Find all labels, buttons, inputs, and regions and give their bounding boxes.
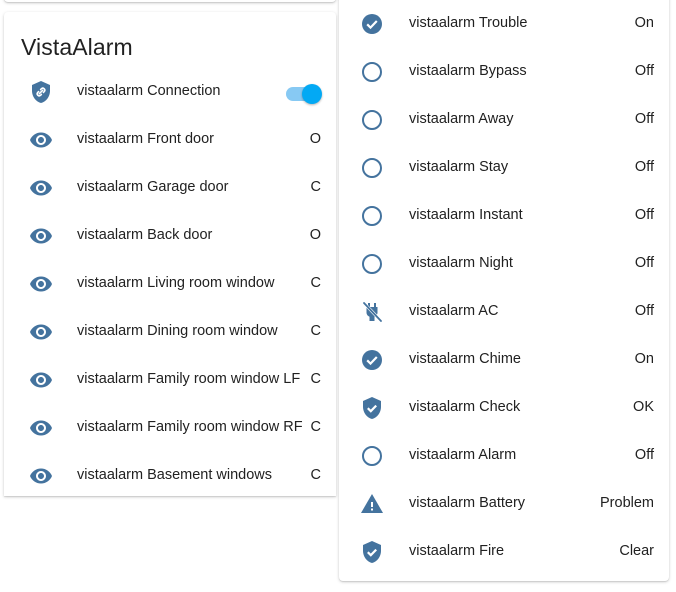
entity-row-fire[interactable]: vistaalarm Fire Clear — [339, 528, 669, 576]
entity-state: O — [309, 227, 321, 243]
circle-outline-icon — [360, 156, 384, 180]
circle-outline-icon — [360, 252, 384, 276]
eye-icon — [29, 368, 53, 392]
shield-link-icon — [29, 80, 53, 104]
entity-state: Off — [634, 159, 654, 175]
eye-icon — [29, 320, 53, 344]
entity-state: O — [309, 131, 321, 147]
entity-name: vistaalarm Alarm — [409, 447, 517, 463]
eye-icon — [29, 176, 53, 200]
entity-state: On — [634, 15, 654, 31]
entity-name: vistaalarm Away — [409, 111, 514, 127]
entity-name: vistaalarm Living room window — [77, 275, 275, 291]
entity-row-front-door[interactable]: vistaalarm Front door O — [4, 116, 336, 164]
entity-state: On — [634, 351, 654, 367]
entity-row-dining-room-window[interactable]: vistaalarm Dining room window C — [4, 308, 336, 356]
entity-name: vistaalarm Front door — [77, 131, 214, 147]
entity-row-family-room-window-lf[interactable]: vistaalarm Family room window LF C — [4, 356, 336, 404]
entity-row-ac[interactable]: vistaalarm AC Off — [339, 288, 669, 336]
entity-row-bypass[interactable]: vistaalarm Bypass Off — [339, 48, 669, 96]
shield-check-icon — [360, 540, 384, 564]
eye-icon — [29, 272, 53, 296]
entity-name: vistaalarm Bypass — [409, 63, 527, 79]
vistaalarm-status-card: vistaalarm Trouble On vistaalarm Bypass … — [339, 0, 669, 581]
power-plug-off-icon — [360, 300, 384, 324]
toggle-thumb — [302, 84, 322, 104]
entity-name: vistaalarm Fire — [409, 543, 505, 559]
entity-state: Off — [634, 447, 654, 463]
eye-icon — [29, 224, 53, 248]
previous-card-bottom — [4, 0, 336, 2]
entity-row-instant[interactable]: vistaalarm Instant Off — [339, 192, 669, 240]
entity-name: vistaalarm Instant — [409, 207, 523, 223]
entity-name: vistaalarm Family room window RF — [77, 419, 303, 435]
entity-name: vistaalarm Back door — [77, 227, 213, 243]
vistaalarm-card: VistaAlarm vistaalarm Connection vistaal… — [4, 12, 336, 496]
entity-name: vistaalarm Connection — [77, 83, 221, 99]
entity-state: Problem — [600, 495, 654, 511]
entity-name: vistaalarm Stay — [409, 159, 509, 175]
entity-row-basement-windows[interactable]: vistaalarm Basement windows C — [4, 452, 336, 496]
entity-state: Off — [634, 255, 654, 271]
entity-row-night[interactable]: vistaalarm Night Off — [339, 240, 669, 288]
entity-row-trouble[interactable]: vistaalarm Trouble On — [339, 0, 669, 48]
entity-row-garage-door[interactable]: vistaalarm Garage door C — [4, 164, 336, 212]
circle-outline-icon — [360, 444, 384, 468]
eye-icon — [29, 128, 53, 152]
entity-name: vistaalarm Garage door — [77, 179, 229, 195]
entity-state: C — [310, 467, 321, 483]
entity-row-connection[interactable]: vistaalarm Connection — [4, 68, 336, 116]
entity-name: vistaalarm Battery — [409, 495, 526, 511]
entity-row-check[interactable]: vistaalarm Check OK — [339, 384, 669, 432]
entity-row-battery[interactable]: vistaalarm Battery Problem — [339, 480, 669, 528]
entity-name: vistaalarm Trouble — [409, 15, 528, 31]
eye-icon — [29, 464, 53, 488]
entity-row-family-room-window-rf[interactable]: vistaalarm Family room window RF C — [4, 404, 336, 452]
entity-name: vistaalarm AC — [409, 303, 499, 319]
entity-name: vistaalarm Night — [409, 255, 513, 271]
shield-check-icon — [360, 396, 384, 420]
entity-name: vistaalarm Chime — [409, 351, 521, 367]
entity-state: Off — [634, 111, 654, 127]
entity-name: vistaalarm Check — [409, 399, 521, 415]
entity-state: Off — [634, 63, 654, 79]
entity-row-away[interactable]: vistaalarm Away Off — [339, 96, 669, 144]
entity-state: Clear — [619, 543, 654, 559]
entity-name: vistaalarm Basement windows — [77, 467, 273, 483]
entity-row-back-door[interactable]: vistaalarm Back door O — [4, 212, 336, 260]
entity-state: C — [310, 179, 321, 195]
entity-name: vistaalarm Dining room window — [77, 323, 278, 339]
check-circle-icon — [360, 12, 384, 36]
alert-icon — [360, 492, 384, 516]
entity-state: C — [310, 275, 321, 291]
entity-state: Off — [634, 207, 654, 223]
entity-name: vistaalarm Family room window LF — [77, 371, 301, 387]
connection-toggle[interactable] — [284, 84, 322, 104]
entity-row-chime[interactable]: vistaalarm Chime On — [339, 336, 669, 384]
entity-state: C — [310, 323, 321, 339]
entity-state: C — [310, 371, 321, 387]
entity-row-living-room-window[interactable]: vistaalarm Living room window C — [4, 260, 336, 308]
circle-outline-icon — [360, 108, 384, 132]
entity-row-alarm[interactable]: vistaalarm Alarm Off — [339, 432, 669, 480]
entity-state: OK — [633, 399, 654, 415]
circle-outline-icon — [360, 60, 384, 84]
entity-state: C — [310, 419, 321, 435]
entity-state: Off — [634, 303, 654, 319]
check-circle-icon — [360, 348, 384, 372]
entity-row-stay[interactable]: vistaalarm Stay Off — [339, 144, 669, 192]
eye-icon — [29, 416, 53, 440]
card-title: VistaAlarm — [21, 34, 133, 60]
circle-outline-icon — [360, 204, 384, 228]
